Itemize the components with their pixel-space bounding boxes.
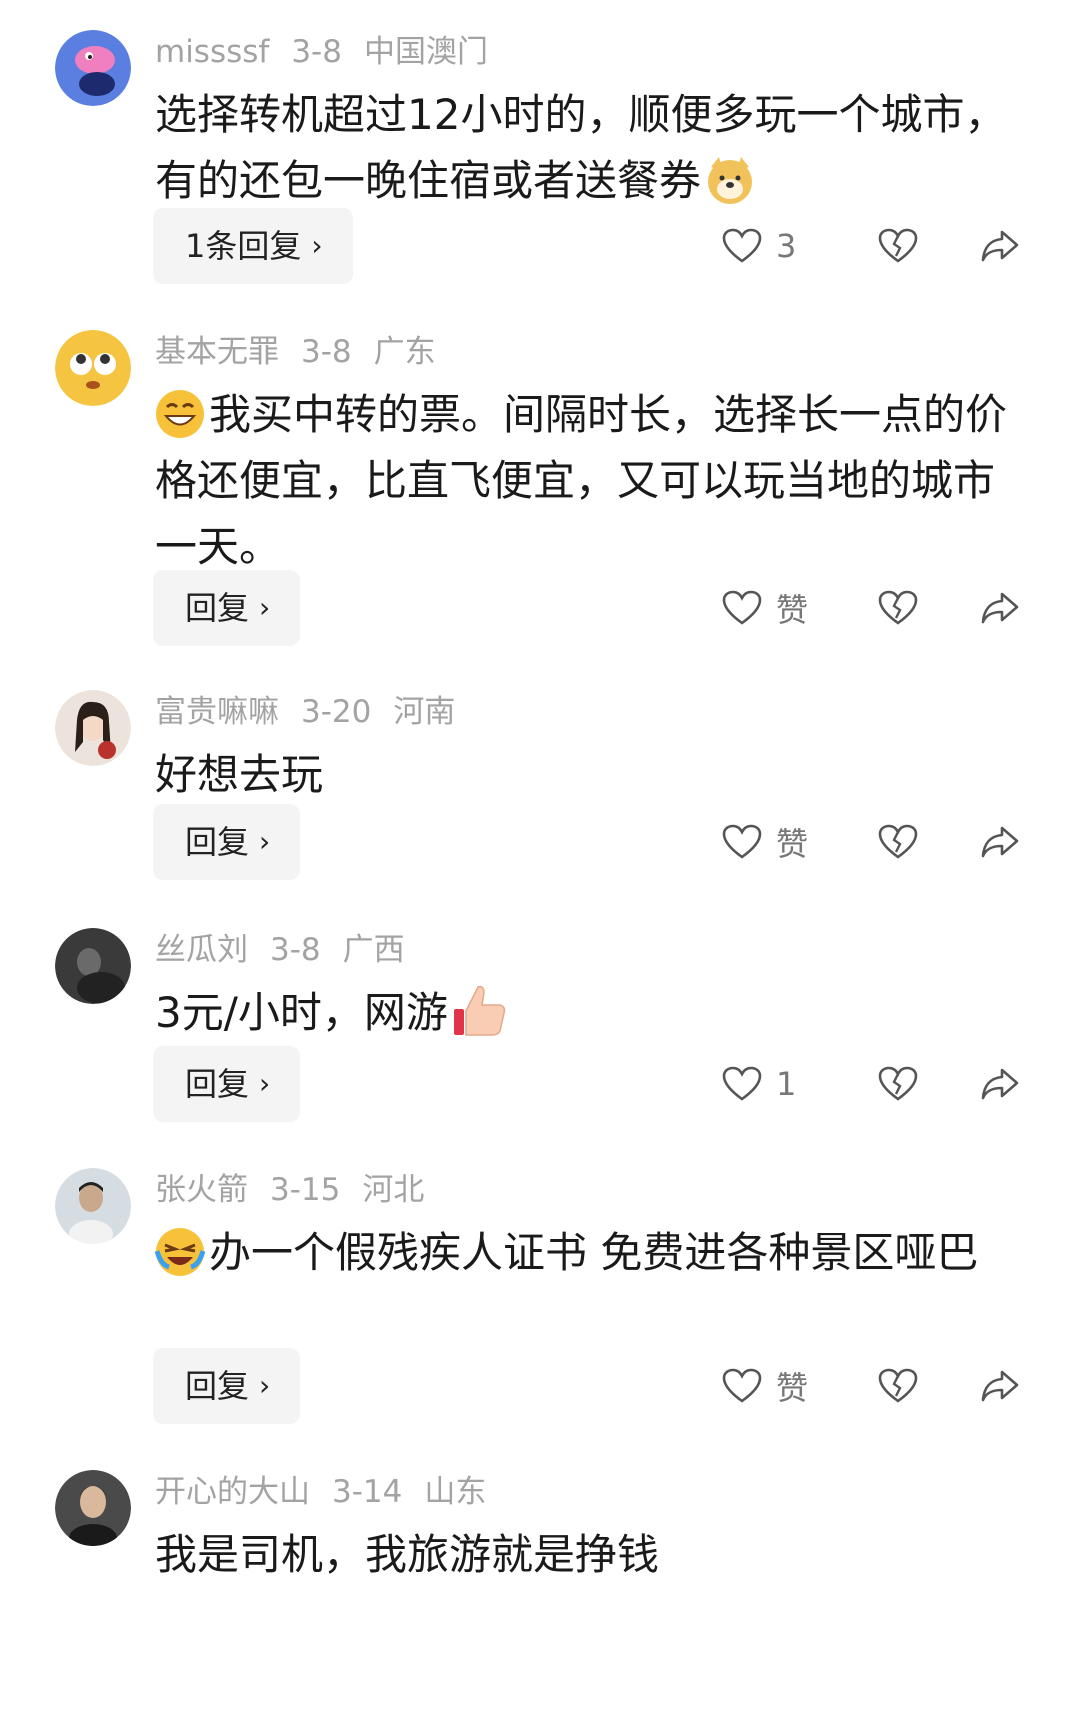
reply-button[interactable]: 回复 › — [153, 570, 301, 646]
comment-date: 3-14 — [332, 1474, 403, 1510]
thumbs-up-emoji-icon — [452, 981, 508, 1037]
like-button[interactable]: 赞 — [722, 585, 816, 631]
like-count: 赞 — [776, 1369, 809, 1407]
username[interactable]: missssf — [155, 34, 269, 70]
comment-location: 广东 — [373, 334, 436, 370]
comment-location: 山东 — [424, 1474, 487, 1510]
heart-icon — [722, 590, 762, 626]
comment-actions: 赞 — [722, 804, 1020, 880]
comment-date: 3-20 — [301, 694, 372, 730]
like-button[interactable]: 赞 — [722, 1363, 816, 1409]
comment-text-content: 我买中转的票。间隔时长，选择长一点的价格还便宜，比直飞便宜，又可以玩当地的城市一… — [155, 390, 1008, 571]
like-count: 3 — [776, 227, 797, 265]
comment-meta: 张火箭 3-15 河北 — [155, 1170, 446, 1210]
broken-heart-icon[interactable] — [878, 228, 918, 264]
comment-location: 河南 — [393, 694, 456, 730]
heart-icon — [722, 228, 762, 264]
doge-emoji-icon — [705, 155, 755, 205]
comment-date: 3-15 — [270, 1172, 341, 1208]
heart-icon — [722, 1368, 762, 1404]
avatar[interactable] — [55, 1168, 131, 1244]
share-icon[interactable] — [980, 1368, 1020, 1404]
reply-label: 回复 — [185, 823, 250, 861]
laughing-crying-emoji-icon — [154, 1227, 206, 1277]
comment-text-content: 我是司机，我旅游就是挣钱 — [155, 1530, 660, 1579]
broken-heart-icon[interactable] — [878, 1368, 918, 1404]
comment-text: 好想去玩 — [155, 742, 1035, 808]
chevron-right-icon: › — [259, 591, 271, 624]
comment-meta: 丝瓜刘 3-8 广西 — [155, 930, 427, 970]
like-count: 赞 — [776, 591, 809, 629]
avatar[interactable] — [55, 928, 131, 1004]
share-icon[interactable] — [980, 1066, 1020, 1102]
heart-icon — [722, 1066, 762, 1102]
comment-location: 广西 — [342, 932, 405, 968]
broken-heart-icon[interactable] — [878, 824, 918, 860]
comment-actions: 赞 — [722, 1348, 1020, 1424]
comment-meta: 基本无罪 3-8 广东 — [155, 332, 458, 372]
comment-text: 办一个假残疾人证书 免费进各种景区哑巴 — [154, 1220, 1015, 1286]
comment-date: 3-8 — [291, 34, 342, 70]
username[interactable]: 张火箭 — [155, 1172, 248, 1208]
comment-text-content: 选择转机超过12小时的，顺便多玩一个城市，有的还包一晚住宿或者送餐券 — [155, 90, 1007, 205]
comment-actions: 赞 — [722, 570, 1020, 646]
comment-location: 中国澳门 — [363, 34, 488, 70]
comment-location: 河北 — [362, 1172, 425, 1208]
chevron-right-icon: › — [311, 229, 323, 262]
like-button[interactable]: 1 — [722, 1065, 816, 1103]
reply-button[interactable]: 回复 › — [153, 1046, 301, 1122]
reply-label: 回复 — [185, 1065, 250, 1103]
reply-label: 回复 — [185, 589, 250, 627]
comment-text: 3元/小时，网游 — [155, 980, 1035, 1046]
like-button[interactable]: 赞 — [722, 819, 816, 865]
share-icon[interactable] — [980, 228, 1020, 264]
like-button[interactable]: 3 — [722, 227, 816, 265]
avatar[interactable] — [55, 30, 131, 106]
reply-button[interactable]: 回复 › — [153, 1348, 301, 1424]
comment-actions: 1 — [722, 1046, 1020, 1122]
like-count: 1 — [776, 1065, 797, 1103]
heart-icon — [722, 824, 762, 860]
comment-meta: missssf 3-8 中国澳门 — [155, 32, 510, 72]
reply-button[interactable]: 1条回复 › — [153, 208, 353, 284]
chevron-right-icon: › — [259, 825, 271, 858]
comment-text: 我是司机，我旅游就是挣钱 — [155, 1522, 1035, 1588]
comment-text-content: 办一个假残疾人证书 免费进各种景区哑巴 — [209, 1228, 979, 1277]
chevron-right-icon: › — [259, 1067, 271, 1100]
comment-text: 选择转机超过12小时的，顺便多玩一个城市，有的还包一晚住宿或者送餐券 — [155, 82, 1035, 214]
broken-heart-icon[interactable] — [878, 1066, 918, 1102]
avatar[interactable] — [55, 1470, 131, 1546]
avatar[interactable] — [55, 690, 131, 766]
username[interactable]: 开心的大山 — [155, 1474, 310, 1510]
broken-heart-icon[interactable] — [878, 590, 918, 626]
username[interactable]: 基本无罪 — [155, 334, 279, 370]
grin-emoji-icon — [155, 389, 205, 439]
comment-date: 3-8 — [301, 334, 352, 370]
chevron-right-icon: › — [259, 1369, 271, 1402]
comment-meta: 开心的大山 3-14 山东 — [155, 1472, 508, 1512]
username[interactable]: 丝瓜刘 — [155, 932, 248, 968]
reply-label: 回复 — [185, 1367, 250, 1405]
reply-button[interactable]: 回复 › — [153, 804, 301, 880]
avatar[interactable] — [55, 330, 131, 406]
comment-date: 3-8 — [270, 932, 321, 968]
comment-meta: 富贵嘛嘛 3-20 河南 — [155, 692, 477, 732]
reply-label: 1条回复 — [185, 227, 302, 265]
share-icon[interactable] — [980, 824, 1020, 860]
username[interactable]: 富贵嘛嘛 — [155, 694, 279, 730]
share-icon[interactable] — [980, 590, 1020, 626]
like-count: 赞 — [776, 825, 809, 863]
comment-actions: 3 — [722, 208, 1020, 284]
comment-text: 我买中转的票。间隔时长，选择长一点的价格还便宜，比直飞便宜，又可以玩当地的城市一… — [155, 382, 1025, 580]
comment-text-content: 3元/小时，网游 — [155, 988, 448, 1037]
comment-text-content: 好想去玩 — [155, 750, 324, 799]
